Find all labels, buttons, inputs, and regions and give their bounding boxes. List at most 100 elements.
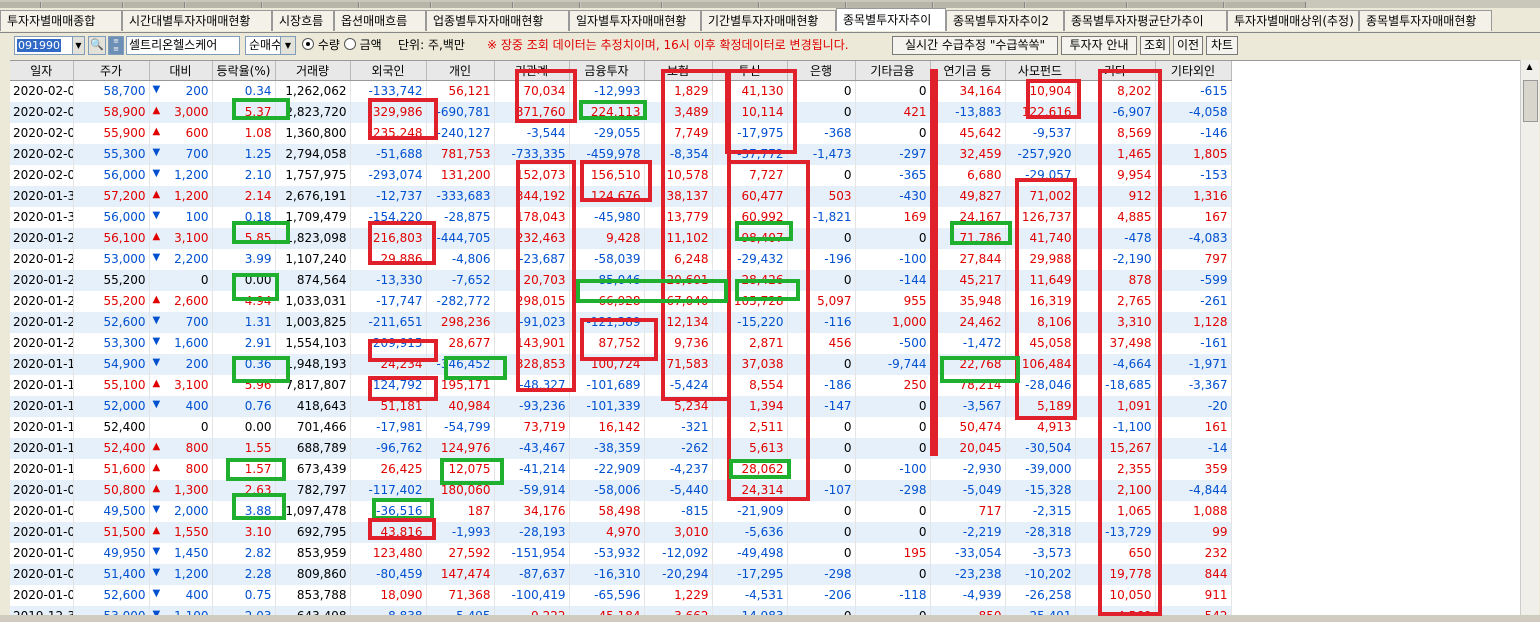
table-row[interactable]: 2020-01-1452,40000.00701,466-17,981-54,7… [10,416,1232,438]
volume-cell: 2,823,720 [275,101,351,123]
volume-cell: 853,959 [275,542,351,564]
table-row[interactable]: 2020-01-2956,100▲ 3,1005.851,823,098216,8… [10,227,1232,249]
down-arrow-icon: ▼ [152,147,161,158]
column-header[interactable]: 거래량 [275,61,351,81]
date-cell: 2020-02-06 [10,101,74,123]
table-row[interactable]: 2020-01-1051,600▲ 8001.57673,43926,42512,… [10,458,1232,480]
chevron-down-icon[interactable]: ▼ [72,36,85,55]
horizontal-scrollbar[interactable] [0,615,1540,622]
table-row[interactable]: 2020-01-2853,000▼ 2,2003.991,107,24029,88… [10,248,1232,270]
column-header[interactable]: 투신 [712,61,788,81]
table-row[interactable]: 2020-01-2152,600▼ 7001.311,003,825-211,65… [10,311,1232,333]
column-header[interactable]: 대비 [149,61,213,81]
vertical-scrollbar[interactable]: ▲ [1520,60,1539,615]
table-row[interactable]: 2020-01-0751,500▲1,5503.10692,79543,816-… [10,521,1232,543]
amount-radio-label: 금액 [359,38,382,52]
column-header[interactable]: 기관계 [494,61,570,81]
amount-radio[interactable] [343,38,356,50]
tab-1[interactable]: 투자자별매매종합 [0,10,122,31]
table-row[interactable]: 2020-01-1352,400▲ 8001.55688,789-96,76212… [10,437,1232,459]
prev-button[interactable]: 이전 [1173,36,1203,55]
table-row[interactable]: 2020-01-0252,600▼ 4000.75853,78818,09071,… [10,584,1232,606]
investor-value-cell: -293,074 [350,164,427,186]
investor-info-button[interactable]: 투자자 안내 [1061,36,1137,55]
volume-cell: 701,466 [275,416,351,438]
change-cell: ▼ 400 [149,584,213,606]
column-header[interactable]: 연기금 등 [930,61,1006,81]
table-row[interactable]: 2020-01-1655,100▲ 3,1005.967,817,807-124,… [10,374,1232,396]
tab-5[interactable]: 업종별투자자매매현황 [426,10,569,31]
table-row[interactable]: 2020-02-0455,300▼ 7001.252,794,058-51,688… [10,143,1232,165]
volume-cell: 874,564 [275,269,351,291]
price-cell: 55,200 [73,269,150,291]
trade-type-select[interactable]: 순매수 ▼ [245,36,296,55]
investor-value-cell: -282,772 [426,290,495,312]
table-row[interactable]: 2020-02-0356,000▼ 1,2002.101,757,975-293,… [10,164,1232,186]
change-rate-cell: 1.55 [212,437,276,459]
investor-value-cell: 0 [787,353,856,375]
investor-value-cell: 143,901 [494,332,570,354]
table-row[interactable]: 2020-01-0849,500▼ 2,0003.881,097,478-36,5… [10,500,1232,522]
table-row[interactable]: 2020-01-2053,300▼ 1,6002.911,554,103-209,… [10,332,1232,354]
tab-12[interactable]: 종목별투자자매매현황 [1359,10,1492,31]
tab-11[interactable]: 투자자별매매상위(추정) [1227,10,1359,31]
column-header[interactable]: 기타외인 [1155,61,1232,81]
column-header[interactable]: 개인 [426,61,495,81]
column-header[interactable]: 보험 [644,61,713,81]
column-header[interactable]: 등락율(%) [212,61,276,81]
unit-radio-group: 수량 금액 [302,37,392,56]
up-arrow-icon: ▲ [152,462,161,473]
investor-value-cell: 67,040 [644,290,713,312]
table-row[interactable]: 2020-01-0649,950▼ 1,4502.82853,959123,480… [10,542,1232,564]
column-header[interactable]: 기타 [1075,61,1156,81]
table-row[interactable]: 2020-01-0950,800▲ 1,3002.63782,797-117,40… [10,479,1232,501]
table-row[interactable]: 2020-01-2355,20000.00874,564-13,330-7,65… [10,269,1232,291]
table-row[interactable]: 2020-01-3056,000▼ 1000.181,709,479-154,22… [10,206,1232,228]
column-header[interactable]: 기타금융 [855,61,931,81]
tab-4[interactable]: 옵션매매흐름 [334,10,426,31]
column-header[interactable]: 금융투자 [569,61,645,81]
up-arrow-icon: ▲ [152,126,161,137]
tab-9[interactable]: 종목별투자자추이2 [946,10,1064,31]
column-header[interactable]: 사모펀드 [1005,61,1076,81]
chart-button[interactable]: 차트 [1206,36,1238,55]
realtime-flow-button[interactable]: 실시간 수급추정 "수급쏙쏙" [892,36,1058,55]
investor-value-cell: 167 [1155,206,1232,228]
column-header[interactable]: 은행 [787,61,856,81]
column-header[interactable]: 외국인 [350,61,427,81]
investor-value-cell: 87,752 [569,332,645,354]
investor-value-cell: 38,137 [644,185,713,207]
column-header[interactable]: 일자 [10,61,74,81]
investor-value-cell: -39,000 [1005,458,1076,480]
investor-value-cell: 27,592 [426,542,495,564]
tab-2[interactable]: 시간대별투자자매매현황 [122,10,272,31]
tab-10[interactable]: 종목별투자자평균단가추이 [1064,10,1227,31]
scroll-up-icon[interactable]: ▲ [1523,62,1536,76]
table-row[interactable]: 2020-01-1754,900▼2000.361,948,19324,234-… [10,353,1232,375]
table-row[interactable]: 2020-01-1552,000▼ 4000.76418,64351,18140,… [10,395,1232,417]
investor-value-cell: 70,034 [494,80,570,102]
table-row[interactable]: 2020-02-0658,900▲ 3,0005.372,823,720329,9… [10,101,1232,123]
stock-info-icon[interactable]: ≡ ≡ [108,36,124,55]
search-button[interactable]: 조회 [1140,36,1170,55]
table-row[interactable]: 2020-01-2255,200▲ 2,6004.941,033,031-17,7… [10,290,1232,312]
tab-6[interactable]: 일자별투자자매매현황 [569,10,701,31]
investor-value-cell: -37,772 [712,143,788,165]
search-icon[interactable]: 🔍 [88,36,106,55]
qty-radio[interactable] [302,38,314,50]
scroll-thumb[interactable] [1523,80,1538,122]
investor-value-cell: -3,567 [930,395,1006,417]
table-row[interactable]: 2020-01-3157,200▲ 1,2002.142,676,191-12,7… [10,185,1232,207]
table-row[interactable]: 2020-02-0758,700▼ 2000.341,262,062-133,74… [10,80,1232,102]
investor-value-cell: 2,355 [1075,458,1156,480]
table-row[interactable]: 2020-02-0555,900▲ 6001.081,360,800235,248… [10,122,1232,144]
change-value: 800 [185,462,209,476]
tab-8[interactable]: 종목별투자자추이 [836,8,946,31]
investor-value-cell: -59,914 [494,479,570,501]
investor-value-cell: -298 [855,479,931,501]
column-header[interactable]: 주가 [73,61,150,81]
investor-value-cell: 58,498 [569,500,645,522]
tab-7[interactable]: 기간별투자자매매현황 [701,10,836,31]
table-row[interactable]: 2020-01-0351,400▼ 1,2002.28809,860-80,459… [10,563,1232,585]
tab-3[interactable]: 시장흐름 [272,10,334,31]
